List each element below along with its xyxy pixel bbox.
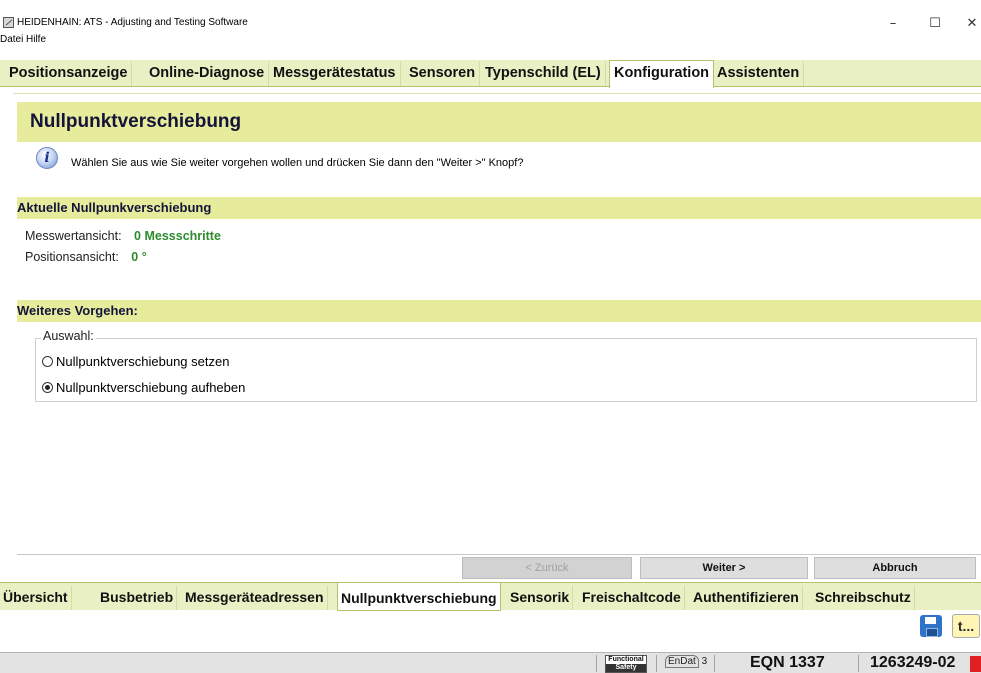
radio-clear-offset[interactable] bbox=[42, 382, 53, 393]
app-icon bbox=[3, 17, 14, 28]
tab-uebersicht[interactable]: Übersicht bbox=[0, 586, 72, 610]
measurement-view-label: Messwertansicht: bbox=[25, 229, 122, 243]
tab-schreibschutz[interactable]: Schreibschutz bbox=[812, 586, 915, 610]
save-icon[interactable] bbox=[920, 615, 942, 637]
tab-konfiguration[interactable]: Konfiguration bbox=[609, 60, 715, 88]
back-button[interactable]: < Zurück bbox=[462, 557, 632, 579]
encoder-id: 1263249-02 bbox=[870, 654, 956, 671]
tab-messgeraetestatus[interactable]: Messgerätestatus bbox=[269, 61, 401, 86]
maximize-button[interactable]: ☐ bbox=[918, 16, 952, 32]
functional-safety-bottom: Safety bbox=[606, 664, 646, 672]
tab-freischaltcode[interactable]: Freischaltcode bbox=[579, 586, 685, 610]
close-button[interactable]: ✕ bbox=[955, 16, 981, 32]
encoder-name: EQN 1337 bbox=[750, 654, 825, 671]
option-clear-offset[interactable]: Nullpunktverschiebung aufheben bbox=[42, 380, 245, 395]
tab-nullpunktverschiebung[interactable]: Nullpunktverschiebung bbox=[337, 583, 501, 611]
tab-online-diagnose[interactable]: Online-Diagnose bbox=[145, 61, 270, 86]
endat-name: EnDat bbox=[665, 655, 699, 668]
measurement-view-value: 0 Messschritte bbox=[134, 229, 221, 243]
warning-icon bbox=[970, 656, 981, 672]
option-clear-offset-label: Nullpunktverschiebung aufheben bbox=[56, 380, 246, 395]
menu-hilfe[interactable]: Hilfe bbox=[26, 34, 46, 45]
button-row-divider bbox=[17, 554, 981, 555]
endat-version: 3 bbox=[701, 656, 708, 667]
info-icon: i bbox=[36, 147, 58, 169]
tab-assistenten[interactable]: Assistenten bbox=[713, 61, 805, 86]
position-view-label: Positionsansicht: bbox=[25, 250, 119, 264]
endat-badge: EnDat 3 bbox=[665, 655, 708, 668]
next-button[interactable]: Weiter > bbox=[640, 557, 808, 579]
cancel-button[interactable]: Abbruch bbox=[814, 557, 976, 579]
functional-safety-badge: Functional Safety bbox=[605, 655, 647, 673]
tab-authentifizieren[interactable]: Authentifizieren bbox=[690, 586, 803, 610]
main-panel: Nullpunktverschiebung i Wählen Sie aus w… bbox=[13, 93, 981, 553]
tab-sensoren[interactable]: Sensoren bbox=[405, 61, 481, 86]
minimize-button[interactable]: – bbox=[876, 16, 910, 32]
procedure-header: Weiteres Vorgehen: bbox=[17, 300, 981, 322]
current-offset-header-label: Aktuelle Nullpunkverschiebung bbox=[17, 200, 212, 215]
status-separator bbox=[596, 655, 597, 672]
measurement-view-row: Messwertansicht: 0 Messschritte bbox=[25, 229, 221, 243]
info-text: Wählen Sie aus wie Sie weiter vorgehen w… bbox=[71, 157, 524, 169]
status-separator bbox=[858, 655, 859, 672]
status-separator bbox=[656, 655, 657, 672]
bottom-tab-bar: Übersicht Busbetrieb Messgeräteadressen … bbox=[0, 582, 981, 611]
position-view-row: Positionsansicht: 0 ° bbox=[25, 250, 147, 264]
tab-messgeraeteadressen[interactable]: Messgeräteadressen bbox=[182, 586, 328, 610]
status-bar: Functional Safety EnDat 3 EQN 1337 12632… bbox=[0, 652, 981, 673]
tab-sensorik[interactable]: Sensorik bbox=[507, 586, 574, 610]
option-set-offset-label: Nullpunktverschiebung setzen bbox=[56, 354, 230, 369]
top-tab-bar: Positionsanzeige Online-Diagnose Messger… bbox=[0, 60, 981, 88]
tab-busbetrieb[interactable]: Busbetrieb bbox=[97, 586, 178, 610]
position-view-value: 0 ° bbox=[131, 250, 147, 264]
help-icon[interactable]: t... bbox=[952, 614, 980, 638]
functional-safety-top: Functional bbox=[608, 656, 644, 663]
procedure-header-label: Weiteres Vorgehen: bbox=[17, 303, 138, 318]
page-title: Nullpunktverschiebung bbox=[17, 102, 981, 142]
selection-group-label: Auswahl: bbox=[41, 329, 96, 343]
current-offset-header: Aktuelle Nullpunkverschiebung bbox=[17, 197, 981, 219]
tab-positionsanzeige[interactable]: Positionsanzeige bbox=[5, 61, 133, 86]
tab-typenschild[interactable]: Typenschild (EL) bbox=[481, 61, 606, 86]
radio-set-offset[interactable] bbox=[42, 356, 53, 367]
status-separator bbox=[714, 655, 715, 672]
option-set-offset[interactable]: Nullpunktverschiebung setzen bbox=[42, 354, 229, 369]
window-title: HEIDENHAIN: ATS - Adjusting and Testing … bbox=[17, 17, 248, 28]
title-bar: HEIDENHAIN: ATS - Adjusting and Testing … bbox=[0, 0, 981, 32]
menu-datei[interactable]: Datei bbox=[0, 34, 23, 45]
